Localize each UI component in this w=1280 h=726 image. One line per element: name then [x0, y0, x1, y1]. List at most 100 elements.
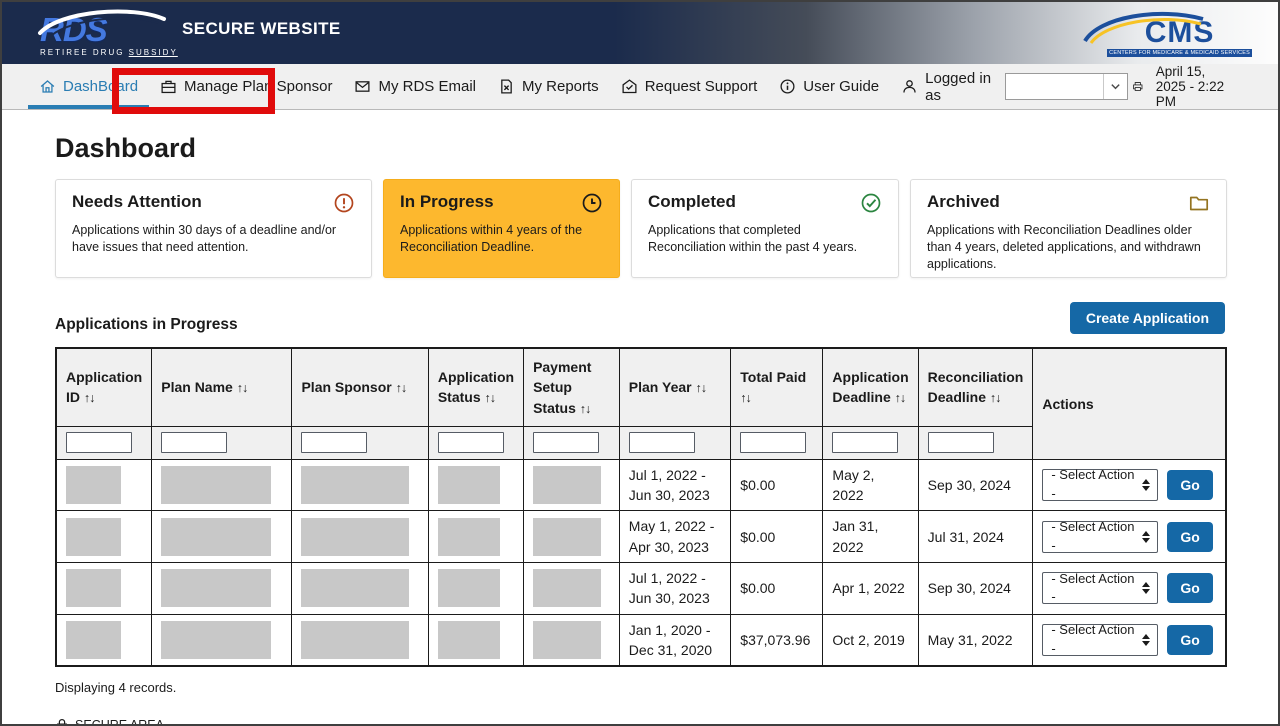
application-deadline-cell: Oct 2, 2019 — [823, 614, 918, 666]
plan-year-cell: Jul 1, 2022 - Jun 30, 2023 — [619, 459, 730, 511]
table-row: Jan 1, 2020 - Dec 31, 2020 $37,073.96 Oc… — [56, 614, 1226, 666]
rds-logo-subtitle: RETIREE DRUG SUBSIDY — [40, 48, 162, 57]
envelope-icon — [354, 78, 371, 95]
table-row: Jul 1, 2022 - Jun 30, 2023 $0.00 Apr 1, … — [56, 563, 1226, 615]
redacted-application-id — [66, 621, 121, 659]
redacted-plan-name — [161, 518, 271, 556]
nav-item-manage-plan-sponsor[interactable]: Manage Plan Sponsor — [149, 64, 343, 109]
nav-item-label: DashBoard — [63, 78, 138, 95]
card-description: Applications with Reconciliation Deadlin… — [927, 222, 1210, 273]
action-select[interactable]: - Select Action - — [1042, 521, 1158, 553]
briefcase-icon — [160, 78, 177, 95]
card-in-progress[interactable]: In Progress Applications within 4 years … — [383, 179, 620, 278]
person-icon — [901, 78, 918, 95]
redacted-application-id — [66, 466, 121, 504]
card-title: In Progress — [400, 192, 494, 212]
filter-plan-sponsor[interactable] — [301, 432, 367, 453]
plan-year-cell: Jan 1, 2020 - Dec 31, 2020 — [619, 614, 730, 666]
filter-reconciliation-deadline[interactable] — [928, 432, 994, 453]
rds-logo: RDS RETIREE DRUG SUBSIDY — [40, 9, 162, 57]
printer-icon[interactable] — [1132, 76, 1144, 97]
filter-application-status[interactable] — [438, 432, 504, 453]
card-title: Archived — [927, 192, 1000, 212]
logged-in-user-select[interactable] — [1005, 73, 1129, 100]
nav-item-label: Request Support — [645, 78, 758, 95]
redacted-payment-setup-status — [533, 466, 601, 504]
secure-area-indicator: SECURE AREA — [55, 718, 1225, 726]
nav-item-my-rds-email[interactable]: My RDS Email — [343, 64, 487, 109]
card-description: Applications within 30 days of a deadlin… — [72, 222, 355, 256]
nav-right: April 15, 2025 - 2:22 PM — [1132, 64, 1252, 109]
card-description: Applications that completed Reconciliati… — [648, 222, 882, 256]
main-content: Dashboard Needs Attention Applications w… — [2, 110, 1278, 726]
app-window: RDS RETIREE DRUG SUBSIDY SECURE WEBSITE … — [0, 0, 1280, 726]
nav-item-my-reports[interactable]: My Reports — [487, 64, 610, 109]
sort-icon: ↑↓ — [895, 391, 906, 405]
select-carets-icon — [1142, 479, 1150, 491]
redacted-application-status — [438, 466, 500, 504]
col-reconciliation-deadline[interactable]: Reconciliation Deadline ↑↓ — [918, 348, 1033, 426]
col-plan-year[interactable]: Plan Year ↑↓ — [619, 348, 730, 426]
clock-icon — [581, 192, 603, 214]
reconciliation-deadline-cell: May 31, 2022 — [918, 614, 1033, 666]
card-title: Completed — [648, 192, 736, 212]
nav-item-label: My Reports — [522, 78, 599, 95]
redacted-plan-name — [161, 621, 271, 659]
redacted-plan-sponsor — [301, 466, 409, 504]
redacted-application-id — [66, 518, 121, 556]
cms-logo: CMS CENTERS FOR MEDICARE & MEDICAID SERV… — [1107, 9, 1264, 57]
go-button[interactable]: Go — [1167, 573, 1212, 603]
go-button[interactable]: Go — [1167, 522, 1212, 552]
go-button[interactable]: Go — [1167, 625, 1212, 655]
redacted-application-status — [438, 518, 500, 556]
nav-item-dashboard[interactable]: DashBoard — [28, 64, 149, 109]
filter-payment-setup-status[interactable] — [533, 432, 599, 453]
redacted-plan-sponsor — [301, 569, 409, 607]
redacted-plan-name — [161, 466, 271, 504]
col-application-id[interactable]: Application ID ↑↓ — [56, 348, 152, 426]
reconciliation-deadline-cell: Jul 31, 2024 — [918, 511, 1033, 563]
card-needs-attention[interactable]: Needs Attention Applications within 30 d… — [55, 179, 372, 278]
total-paid-cell: $0.00 — [731, 459, 823, 511]
application-deadline-cell: May 2, 2022 — [823, 459, 918, 511]
applications-table: Application ID ↑↓ Plan Name ↑↓ Plan Spon… — [55, 347, 1227, 667]
redacted-payment-setup-status — [533, 569, 601, 607]
cms-logo-subtitle: CENTERS FOR MEDICARE & MEDICAID SERVICES — [1107, 49, 1252, 57]
table-heading: Applications in Progress — [55, 316, 238, 334]
total-paid-cell: $0.00 — [731, 563, 823, 615]
plan-year-cell: May 1, 2022 - Apr 30, 2023 — [619, 511, 730, 563]
nav-item-request-support[interactable]: Request Support — [610, 64, 769, 109]
action-select[interactable]: - Select Action - — [1042, 469, 1158, 501]
nav-item-user-guide[interactable]: User Guide — [768, 64, 890, 109]
status-cards: Needs Attention Applications within 30 d… — [55, 179, 1225, 278]
go-button[interactable]: Go — [1167, 470, 1212, 500]
col-application-status[interactable]: Application Status ↑↓ — [428, 348, 523, 426]
sort-icon: ↑↓ — [580, 402, 591, 416]
redacted-plan-sponsor — [301, 621, 409, 659]
home-icon — [39, 78, 56, 95]
filter-application-deadline[interactable] — [832, 432, 898, 453]
filter-application-id[interactable] — [66, 432, 132, 453]
site-header: RDS RETIREE DRUG SUBSIDY SECURE WEBSITE … — [2, 2, 1278, 64]
col-plan-name[interactable]: Plan Name ↑↓ — [152, 348, 292, 426]
table-row: Jul 1, 2022 - Jun 30, 2023 $0.00 May 2, … — [56, 459, 1226, 511]
filter-plan-name[interactable] — [161, 432, 227, 453]
action-select[interactable]: - Select Action - — [1042, 624, 1158, 656]
col-total-paid[interactable]: Total Paid ↑↓ — [731, 348, 823, 426]
create-application-button[interactable]: Create Application — [1070, 302, 1225, 334]
card-completed[interactable]: Completed Applications that completed Re… — [631, 179, 899, 278]
filter-total-paid[interactable] — [740, 432, 806, 453]
lock-icon — [55, 718, 69, 726]
rds-swoosh-icon — [32, 7, 170, 37]
col-plan-sponsor[interactable]: Plan Sponsor ↑↓ — [292, 348, 428, 426]
col-application-deadline[interactable]: Application Deadline ↑↓ — [823, 348, 918, 426]
filter-plan-year[interactable] — [629, 432, 695, 453]
col-payment-setup-status[interactable]: Payment Setup Status ↑↓ — [524, 348, 620, 426]
cms-swoosh-icon — [1079, 11, 1209, 45]
card-archived[interactable]: Archived Applications with Reconciliatio… — [910, 179, 1227, 278]
folder-icon — [1188, 192, 1210, 214]
logged-in-label: Logged in as — [925, 70, 998, 104]
action-select[interactable]: - Select Action - — [1042, 572, 1158, 604]
select-carets-icon — [1142, 531, 1150, 543]
redacted-application-status — [438, 569, 500, 607]
